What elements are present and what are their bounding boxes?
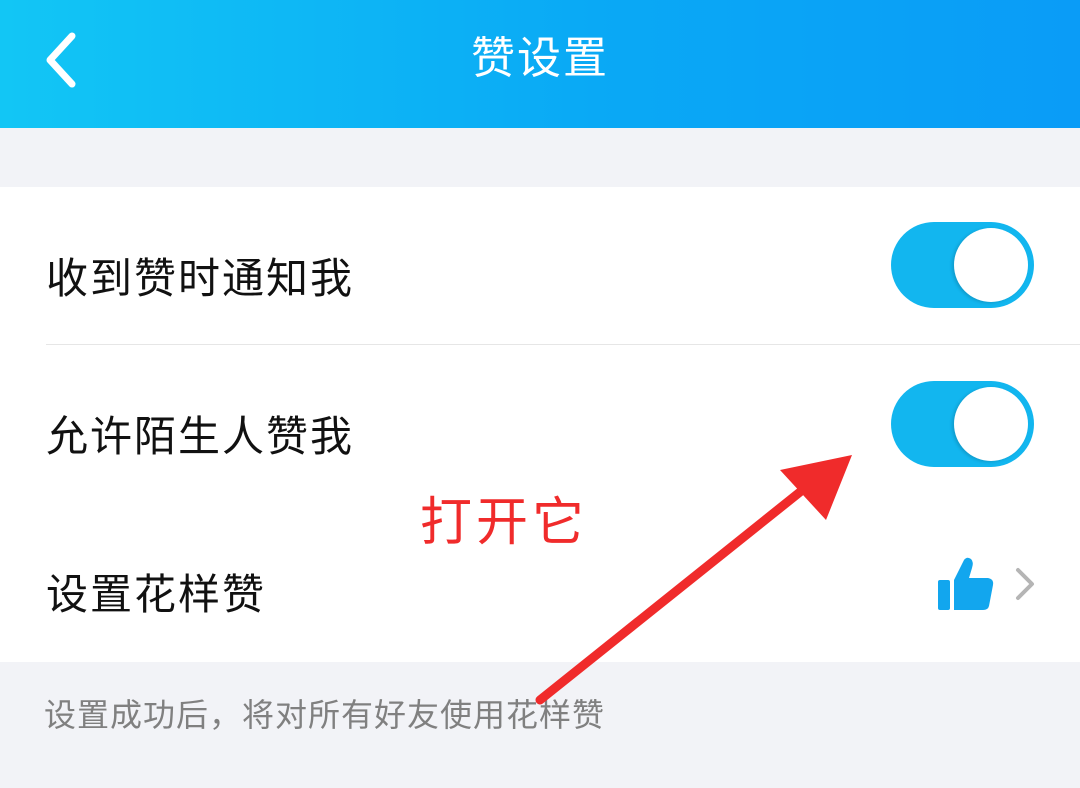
footer-note: 设置成功后，将对所有好友使用花样赞 <box>44 696 606 734</box>
toggle-knob <box>954 228 1028 302</box>
settings-row-label: 收到赞时通知我 <box>46 254 355 303</box>
settings-row-notify: 收到赞时通知我 <box>0 187 1080 345</box>
page-title: 赞设置 <box>471 33 609 84</box>
settings-row-label: 允许陌生人赞我 <box>46 412 355 461</box>
settings-card: 收到赞时通知我 允许陌生人赞我 设置花样赞 <box>0 187 1080 662</box>
thumbs-up-icon <box>938 557 994 610</box>
annotation-text: 打开它 <box>420 493 589 553</box>
toggle-knob <box>954 387 1028 461</box>
notify-on-like-toggle[interactable] <box>891 222 1034 308</box>
allow-strangers-like-toggle[interactable] <box>891 381 1034 467</box>
title-bar: 赞设置 <box>0 0 1080 128</box>
settings-row-label: 设置花样赞 <box>46 570 267 619</box>
chevron-right-icon[interactable] <box>1010 564 1038 604</box>
